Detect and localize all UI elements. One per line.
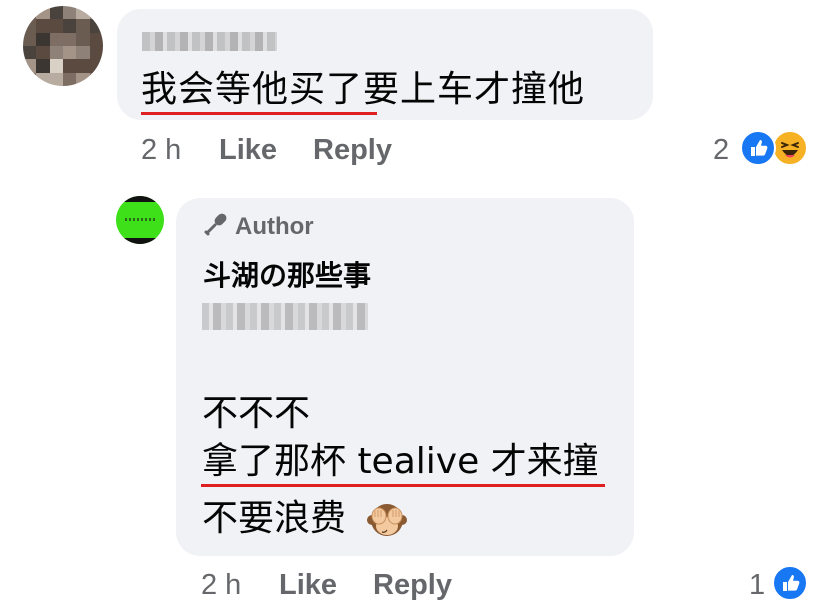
haha-icon[interactable] [772, 130, 808, 166]
reply-line-1: 不不不 [202, 393, 311, 434]
reply-line-3: 不要浪费 [202, 498, 347, 539]
comment-like-button[interactable]: Like [219, 133, 277, 167]
author-label: Author [235, 213, 314, 240]
reply-reaction-count[interactable]: 1 [749, 568, 765, 602]
reply-line-2: 拿了那杯 tealive 才来撞 [202, 441, 599, 482]
mentioned-user-redacted[interactable] [202, 303, 368, 330]
like-icon[interactable] [772, 565, 808, 601]
see-no-evil-monkey-icon [367, 499, 407, 539]
comment-timestamp[interactable]: 2 h [141, 133, 181, 167]
comment-underline-annotation [141, 112, 377, 115]
author-badge: Author [203, 212, 314, 242]
like-icon[interactable] [740, 130, 776, 166]
comment-reply-button[interactable]: Reply [313, 133, 392, 167]
comment-text: 我会等他买了要上车才撞他 [141, 69, 586, 110]
comment-reaction-count[interactable]: 2 [713, 133, 729, 167]
reply-timestamp[interactable]: 2 h [201, 568, 241, 602]
commenter-avatar[interactable] [23, 6, 103, 86]
reply-underline-annotation [201, 484, 605, 487]
page-name[interactable]: 斗湖の那些事 [203, 254, 371, 294]
reply-like-button[interactable]: Like [279, 568, 337, 602]
page-avatar[interactable] [116, 196, 164, 244]
microphone-icon [203, 211, 229, 244]
commenter-name-redacted[interactable] [142, 32, 277, 51]
reply-reply-button[interactable]: Reply [373, 568, 452, 602]
